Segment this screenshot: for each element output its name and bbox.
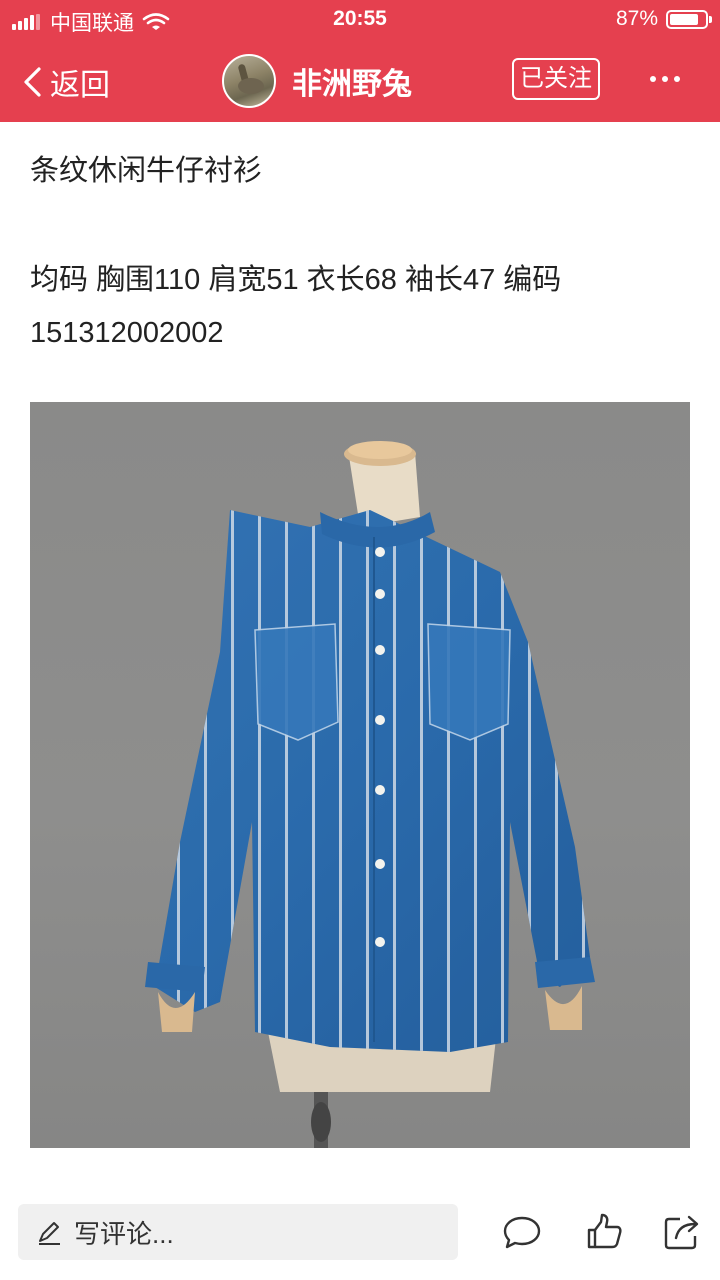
follow-button[interactable]: 已关注 [512,58,600,100]
battery-fill [670,13,699,25]
denim-shirt-image [145,441,595,1148]
post-specs: 均码 胸围110 肩宽51 衣长68 袖长47 编码151312002002 [30,264,562,349]
back-button[interactable]: 返回 [22,60,110,104]
bottom-action-bar: 写评论... [0,1190,720,1280]
author-name[interactable]: 非洲野兔 [292,59,412,103]
comment-input[interactable]: 写评论... [18,1204,458,1260]
avatar[interactable] [222,54,276,108]
product-photo[interactable] [30,402,690,1148]
battery-icon [666,9,712,29]
back-chevron-icon [24,67,41,97]
pencil-icon [39,1222,60,1245]
back-label: 返回 [50,69,110,102]
battery-percent: 87% [615,7,658,30]
post-title: 条纹休闲牛仔衬衫 [30,155,263,187]
comment-bubble-icon[interactable] [502,1212,542,1252]
thumbs-up-icon[interactable] [584,1212,624,1252]
top-bar: 中国联通 20:55 87% 返回 非洲野兔 已关注 [0,0,720,122]
more-icon[interactable] [644,76,680,82]
navigation-bar: 返回 非洲野兔 已关注 [0,40,720,122]
status-bar: 中国联通 20:55 87% [0,0,720,40]
share-icon[interactable] [662,1212,702,1252]
author-info[interactable]: 非洲野兔 [222,54,412,108]
clock: 20:55 [333,7,387,30]
comment-placeholder: 写评论... [74,1218,174,1249]
